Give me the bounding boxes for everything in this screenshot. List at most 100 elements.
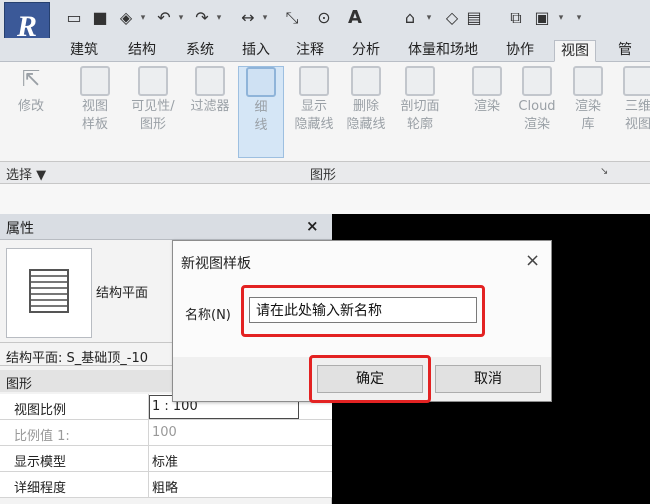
sync-icon[interactable]: ◈: [116, 8, 136, 28]
undo-dropdown-icon[interactable]: ▾: [176, 8, 186, 28]
visibility-label-2: 图形: [139, 117, 166, 132]
type-selector-preview[interactable]: [6, 248, 92, 338]
cloud-render-button[interactable]: Cloud 渲染: [512, 66, 562, 134]
visibility-graphics-button[interactable]: 可见性/ 图形: [124, 66, 182, 134]
show-hidden-lines-button[interactable]: 显示 隐藏线: [290, 66, 338, 134]
render-label: 渲染: [473, 99, 500, 114]
tab-systems[interactable]: 系统: [180, 40, 220, 62]
tab-view[interactable]: 视图: [554, 40, 596, 62]
select-panel-dropdown[interactable]: 选择 ▼: [6, 164, 46, 183]
render-button[interactable]: 渲染: [464, 66, 510, 116]
column-divider: [148, 446, 149, 472]
property-name: 视图比例: [14, 403, 67, 418]
cut-profile-button[interactable]: 剖切面 轮廓: [394, 66, 446, 134]
3d-view-icon[interactable]: ⌂: [400, 8, 420, 28]
property-value: 100: [152, 425, 177, 440]
instance-selector-text: 结构平面: S_基础顶_-10: [6, 351, 148, 366]
filters-label: 过滤器: [190, 99, 230, 114]
remove-hidden-label-1: 删除: [352, 99, 379, 114]
text-tool-icon[interactable]: A: [345, 8, 365, 28]
cut-profile-label-1: 剖切面: [400, 99, 440, 114]
properties-title: 属性: [6, 221, 34, 237]
property-value: 粗略: [152, 481, 179, 496]
tab-architecture[interactable]: 建筑: [64, 40, 104, 62]
type-selector-name[interactable]: 结构平面: [96, 282, 148, 301]
switch-windows-icon[interactable]: ▣: [532, 8, 552, 28]
quick-access-toolbar: R ▭ ■ ◈ ▾ ↶ ▾ ↷ ▾ ↔ ▾ ⤡ ⊙ A ⌂ ▾ ◇ ▤ ⧉ ▣ …: [0, 0, 650, 54]
house-icon: [623, 66, 650, 96]
tag-icon[interactable]: ⊙: [314, 8, 334, 28]
3d-view-dropdown-icon[interactable]: ▾: [424, 8, 434, 28]
tab-collaborate[interactable]: 协作: [500, 40, 540, 62]
redo-dropdown-icon[interactable]: ▾: [214, 8, 224, 28]
thin-lines-icon: [246, 67, 276, 97]
ribbon-tabs: 建筑 结构 系统 插入 注释 分析 体量和场地 协作 视图 管理: [0, 38, 650, 78]
graphics-category-label: 图形: [6, 377, 33, 392]
visibility-label-1: 可见性/: [131, 99, 175, 114]
3d-view-label-1: 三维: [624, 99, 650, 114]
dialog-close-icon[interactable]: ×: [525, 250, 540, 271]
teapot-icon: [472, 66, 502, 96]
modify-button[interactable]: ⇱ 修改: [8, 66, 54, 116]
measure-dropdown-icon[interactable]: ▾: [260, 8, 270, 28]
tab-annotate[interactable]: 注释: [290, 40, 330, 62]
properties-header: 属性 ×: [0, 214, 332, 240]
property-value: 标准: [152, 455, 179, 470]
thin-lines-qat-icon[interactable]: ▤: [464, 8, 484, 28]
tab-structure[interactable]: 结构: [122, 40, 162, 62]
ribbon-panel: ⇱ 修改 视图 样板 可见性/ 图形 过滤器 细 线 显示 隐藏线 删除 隐藏线…: [0, 62, 650, 162]
cloud-render-label-2: 渲染: [523, 117, 550, 132]
properties-close-icon[interactable]: ×: [306, 217, 319, 235]
switch-windows-dropdown-icon[interactable]: ▾: [556, 8, 566, 28]
view-templates-button[interactable]: 视图 样板: [70, 66, 120, 134]
filters-button[interactable]: 过滤器: [186, 66, 234, 116]
tab-insert[interactable]: 插入: [236, 40, 276, 62]
column-divider: [148, 472, 149, 498]
show-hidden-label-2: 隐藏线: [294, 117, 334, 132]
remove-hidden-lines-button[interactable]: 删除 隐藏线: [342, 66, 390, 134]
measure-icon[interactable]: ↔: [238, 8, 258, 28]
ok-button-highlight: [309, 355, 431, 403]
remove-hidden-label-2: 隐藏线: [346, 117, 386, 132]
filter-icon: [195, 66, 225, 96]
property-name: 显示模型: [14, 455, 67, 470]
open-folder-icon[interactable]: ▭: [64, 8, 84, 28]
redo-icon[interactable]: ↷: [192, 8, 212, 28]
sync-dropdown-icon[interactable]: ▾: [138, 8, 148, 28]
thin-lines-button[interactable]: 细 线: [238, 66, 284, 158]
view-templates-label-2: 样板: [81, 117, 108, 132]
remove-hidden-lines-icon: [351, 66, 381, 96]
visibility-graphics-icon: [138, 66, 168, 96]
undo-icon[interactable]: ↶: [154, 8, 174, 28]
property-row-scale-value[interactable]: 比例值 1: 100: [0, 420, 332, 446]
tab-massing-site[interactable]: 体量和场地: [402, 40, 484, 62]
section-icon[interactable]: ◇: [442, 8, 462, 28]
save-icon[interactable]: ■: [90, 8, 110, 28]
new-view-template-dialog: 新视图样板 × 名称(N) 确定 取消: [172, 240, 552, 403]
customize-qat-icon[interactable]: ▾: [574, 8, 584, 28]
aligned-dimension-icon[interactable]: ⤡: [282, 8, 302, 28]
modify-label: 修改: [17, 99, 44, 114]
property-name: 比例值 1:: [14, 429, 70, 444]
thin-lines-label-2: 线: [254, 118, 268, 133]
cloud-teapot-icon: [522, 66, 552, 96]
property-row-detail-level[interactable]: 详细程度 粗略: [0, 472, 332, 498]
tab-manage[interactable]: 管理: [612, 40, 650, 78]
name-input-highlight: [241, 285, 485, 337]
render-gallery-icon: [573, 66, 603, 96]
cloud-render-label-1: Cloud: [518, 99, 556, 114]
options-bar: [0, 184, 650, 214]
column-divider: [148, 420, 149, 446]
show-hidden-lines-icon: [299, 66, 329, 96]
property-row-display-model[interactable]: 显示模型 标准: [0, 446, 332, 472]
ribbon-panel-footer: 选择 ▼ 图形 ↘: [0, 162, 650, 184]
3d-view-button[interactable]: 三维 视图: [618, 66, 650, 134]
cancel-button[interactable]: 取消: [435, 365, 541, 393]
3d-view-label-2: 视图: [624, 117, 650, 132]
render-gallery-button[interactable]: 渲染 库: [566, 66, 610, 134]
tab-analyze[interactable]: 分析: [346, 40, 386, 62]
show-hidden-label-1: 显示: [300, 99, 327, 114]
cut-profile-label-2: 轮廓: [406, 117, 433, 132]
graphics-panel-launcher-icon[interactable]: ↘: [600, 166, 608, 177]
close-hidden-windows-icon[interactable]: ⧉: [506, 8, 526, 28]
